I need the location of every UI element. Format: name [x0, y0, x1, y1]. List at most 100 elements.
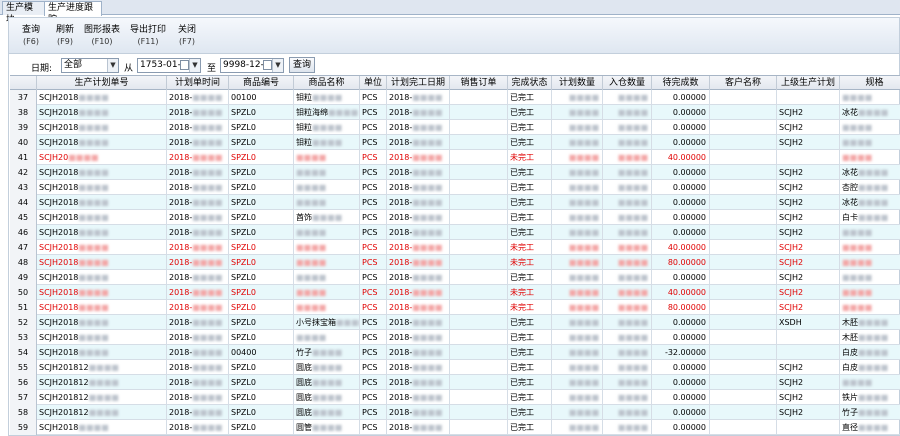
table-row[interactable]: 45 SCJH2018■■■■ 2018-■■■■ SPZL0 酋饰■■■■ PCS 201… [10, 210, 900, 225]
table-cell-pt: 2018-■■■■ [167, 240, 229, 255]
table-cell-qty: ■■■■ [552, 360, 603, 375]
table-row[interactable]: 49 SCJH2018■■■■ 2018-■■■■ SPZL0 ■■■■ PCS 2018-… [10, 270, 900, 285]
cell-value: 2018- [389, 168, 413, 177]
table-row[interactable]: 46 SCJH2018■■■■ 2018-■■■■ SPZL0 ■■■■ PCS 2018-… [10, 225, 900, 240]
export-print-button[interactable]: 导出打印 (F11) [129, 25, 167, 47]
from-date-picker[interactable]: 1753-01-01 ▼ [137, 58, 201, 73]
cell-value: 2018- [389, 303, 413, 312]
cell-value: 40.00000 [667, 288, 706, 297]
redacted-text: ■■■■ [192, 288, 223, 297]
table-row[interactable]: 48 SCJH2018■■■■ 2018-■■■■ SPZL0 ■■■■ PCS 2018-… [10, 255, 900, 270]
cell-value: SCJH2 [779, 213, 804, 222]
redacted-text: ■■■■ [617, 363, 648, 372]
calendar-icon[interactable] [263, 60, 272, 70]
table-row[interactable]: 47 SCJH2018■■■■ 2018-■■■■ SPZL0 ■■■■ PCS 2018-… [10, 240, 900, 255]
date-range-select[interactable]: 全部 ▼ [61, 58, 119, 73]
cell-value: SCJH2 [779, 393, 804, 402]
tab-production-module[interactable]: 生产模块 [2, 1, 45, 25]
table-cell-name: ■■■■ [294, 225, 360, 240]
table-row[interactable]: 40 SCJH2018■■■■ 2018-■■■■ SPZL0 钼粒■■■■ PCS 201… [10, 135, 900, 150]
table-row[interactable]: 56 SCJH201812■■■■ 2018-■■■■ SPZL0 圆底■■■■ PCS 2… [10, 375, 900, 390]
redacted-text: ■■■■ [412, 288, 443, 297]
chevron-down-icon[interactable]: ▼ [272, 59, 283, 72]
column-header[interactable]: 规格 [840, 76, 900, 90]
table-cell-fd: 2018-■■■■ [387, 90, 450, 105]
cell-value: 未完工 [510, 243, 534, 252]
table-row[interactable]: 59 SCJH2018■■■■ 2018-■■■■ SPZL0 圆管■■■■ PCS 201… [10, 420, 900, 435]
table-row[interactable]: 52SCJH2018■■■■2018-■■■■SPZL0小号抹宝箱■■■■PCS… [10, 315, 900, 330]
table-cell-pend: 40.00000 [652, 150, 710, 165]
cell-value: 0.00000 [672, 318, 706, 327]
column-header[interactable]: 计划单时间 [167, 76, 229, 90]
chevron-down-icon[interactable]: ▼ [189, 59, 200, 72]
table-row[interactable]: 44 SCJH2018■■■■ 2018-■■■■ SPZL0 ■■■■ PCS 2018-… [10, 195, 900, 210]
table-row[interactable]: 42 SCJH2018■■■■ 2018-■■■■ SPZL0 ■■■■ PCS 2018-… [10, 165, 900, 180]
to-date-picker[interactable]: 9998-12-31 ▼ [220, 58, 284, 73]
cell-value: 2018- [389, 288, 413, 297]
table-row[interactable]: 51 SCJH2018■■■■ 2018-■■■■ SPZL0 ■■■■ PCS 2018-… [10, 300, 900, 315]
calendar-icon[interactable] [180, 60, 189, 70]
column-header[interactable]: 客户名称 [710, 76, 777, 90]
cell-value: 已完工 [510, 138, 534, 147]
table-row[interactable]: 39 SCJH2018■■■■ 2018-■■■■ SPZL0 钼粒■■■■ PCS 201… [10, 120, 900, 135]
query-button[interactable]: 查询 [289, 57, 315, 73]
column-header[interactable]: 商品编号 [229, 76, 294, 90]
redacted-text: ■■■■ [88, 363, 119, 372]
table-row[interactable]: 38 SCJH2018■■■■ 2018-■■■■ SPZL0 钼粒海绵■■■■ PCS 2… [10, 105, 900, 120]
progress-table[interactable]: 生产计划单号 计划单时间 商品编号 商品名称 单位 计划完工日期 销售订单 完成状态 计划数量入… [10, 75, 900, 436]
chart-report-button[interactable]: 图形报表 (F10) [83, 25, 121, 47]
cell-value: PCS [362, 243, 378, 252]
cell-value: 木胚 [842, 318, 858, 327]
redacted-text: ■■■■ [192, 198, 223, 207]
cell-value: SPZL0 [231, 408, 256, 417]
table-row[interactable]: 50 SCJH2018■■■■ 2018-■■■■ SPZL0 ■■■■ PCS 2018-… [10, 285, 900, 300]
table-cell-code: 00100 [229, 90, 294, 105]
table-cell-name: 小号抹宝箱■■■■ [294, 315, 360, 330]
table-cell-pend: -32.00000 [652, 345, 710, 360]
table-cell-code: SPZL0 [229, 210, 294, 225]
cell-value: PCS [362, 183, 378, 192]
table-row[interactable]: 58 SCJH201812■■■■ 2018-■■■■ SPZL0 圆底■■■■ PCS 2… [10, 405, 900, 420]
column-header[interactable]: 上级生产计划 [777, 76, 840, 90]
cell-value: 2018- [169, 153, 193, 162]
table-row[interactable]: 41 SCJH20■■■■ 2018-■■■■ SPZL0 ■■■■ PCS 2018-■■… [10, 150, 900, 165]
table-row[interactable]: 43 SCJH2018■■■■ 2018-■■■■ SPZL0 ■■■■ PCS 2018-… [10, 180, 900, 195]
redacted-text: ■■■■ [328, 108, 359, 117]
column-header[interactable]: 商品名称 [294, 76, 360, 90]
column-header[interactable]: 生产计划单号 [37, 76, 167, 90]
tab-production-progress[interactable]: 生产进度跟踪 [44, 1, 102, 25]
table-cell-name: 圆底■■■■ [294, 405, 360, 420]
cell-value: SPZL0 [231, 318, 256, 327]
column-header[interactable]: 待完成数 [652, 76, 710, 90]
close-toolbar-button[interactable]: 关闭 (F7) [175, 25, 199, 47]
column-header[interactable]: 计划完工日期 [387, 76, 450, 90]
table-cell-parent: SCJH2 [777, 390, 840, 405]
redacted-text: ■■■■ [412, 138, 443, 147]
redacted-text: ■■■■ [296, 288, 327, 297]
refresh-toolbar-button[interactable]: 刷新 (F9) [53, 25, 77, 47]
table-row[interactable]: 55 SCJH201812■■■■ 2018-■■■■ SPZL0 圆底■■■■ PCS 2… [10, 360, 900, 375]
query-toolbar-button[interactable]: 查询 (F6) [19, 25, 43, 47]
redacted-text: ■■■■ [192, 423, 223, 432]
column-header[interactable]: 入仓数量 [603, 76, 652, 90]
table-cell-name: 酋饰■■■■ [294, 210, 360, 225]
column-header[interactable]: 单位 [360, 76, 387, 90]
column-header[interactable]: 完成状态 [508, 76, 552, 90]
table-row[interactable]: 53 SCJH2018■■■■ 2018-■■■■ SPZL0 ■■■■ PCS 2018-… [10, 330, 900, 345]
table-row[interactable]: 57 SCJH201812■■■■ 2018-■■■■ SPZL0 圆底■■■■ PCS 2… [10, 390, 900, 405]
cell-value: 直径 [842, 423, 858, 432]
table-row[interactable]: 54 SCJH2018■■■■ 2018-■■■■ 00400 竹子■■■■ PCS 201… [10, 345, 900, 360]
table-cell-cust [710, 330, 777, 345]
table-cell-plan: SCJH2018■■■■ [37, 135, 167, 150]
column-header[interactable]: 计划数量 [552, 76, 603, 90]
redacted-text: ■■■■ [192, 93, 223, 102]
redacted-text: ■■■■ [858, 198, 889, 207]
table-row[interactable]: 37 SCJH2018■■■■ 2018-■■■■ 00100 钼粒■■■■ PCS 201… [10, 90, 900, 105]
table-cell-cust [710, 225, 777, 240]
cell-value: SPZL0 [231, 108, 256, 117]
table-cell-cust [710, 405, 777, 420]
chevron-down-icon[interactable]: ▼ [107, 59, 118, 72]
table-cell-parent: SCJH2 [777, 105, 840, 120]
cell-value: 钼粒 [296, 138, 312, 147]
column-header[interactable]: 销售订单 [450, 76, 508, 90]
